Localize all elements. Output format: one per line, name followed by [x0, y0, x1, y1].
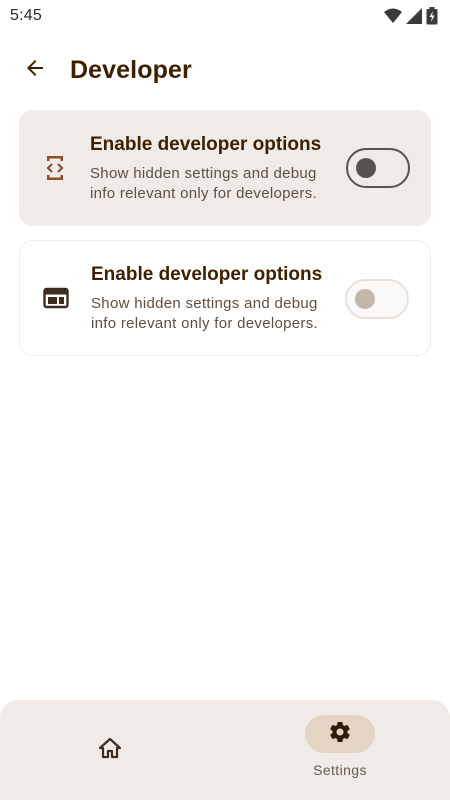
card-subtitle: Show hidden settings and debug info rele… — [91, 294, 318, 332]
developer-options-switch[interactable] — [346, 148, 410, 188]
top-app-bar: Developer — [0, 44, 450, 96]
home-icon — [98, 736, 122, 765]
nav-indicator — [75, 731, 145, 769]
developer-options-card[interactable]: Enable developer options Show hidden set… — [19, 110, 431, 226]
nav-item-home[interactable] — [65, 715, 155, 785]
status-time: 5:45 — [10, 7, 42, 24]
settings-gear-icon — [328, 720, 352, 749]
battery-icon — [426, 7, 438, 25]
developer-options-card-disabled[interactable]: Enable developer options Show hidden set… — [19, 240, 431, 356]
card-text: Enable developer options Show hidden set… — [90, 133, 330, 204]
card-title: Enable developer options — [91, 263, 323, 285]
bottom-navigation-bar: Settings — [0, 700, 450, 800]
card-subtitle: Show hidden settings and debug info rele… — [90, 164, 317, 202]
status-icons — [384, 7, 438, 25]
cellular-icon — [406, 8, 422, 24]
status-bar: 5:45 — [0, 0, 450, 32]
page-title: Developer — [70, 55, 192, 84]
card-text: Enable developer options Show hidden set… — [91, 263, 331, 334]
developer-mode-icon — [40, 153, 70, 183]
developer-options-switch-disabled[interactable] — [345, 279, 409, 319]
nav-indicator-active — [305, 715, 375, 753]
nav-label-settings: Settings — [313, 762, 367, 778]
switch-thumb — [355, 289, 375, 309]
nav-item-settings[interactable]: Settings — [295, 715, 385, 785]
switch-thumb — [356, 158, 376, 178]
card-title: Enable developer options — [90, 133, 322, 155]
web-window-icon — [41, 283, 71, 313]
back-button[interactable] — [11, 46, 59, 94]
arrow-back-icon — [23, 56, 47, 85]
wifi-icon — [384, 8, 402, 24]
